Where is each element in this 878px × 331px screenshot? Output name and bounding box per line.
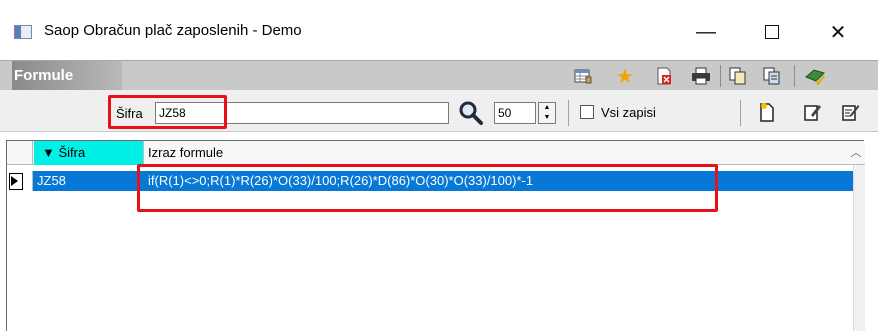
window-title: Saop Obračun plač zaposlenih - Demo	[44, 22, 302, 39]
edit-multiple-icon[interactable]	[839, 100, 863, 124]
minimize-button[interactable]: —	[683, 14, 729, 50]
app-icon	[14, 25, 32, 39]
favorite-star-icon[interactable]: ★	[614, 65, 636, 88]
column-header-izraz[interactable]: Izraz formule	[146, 141, 846, 165]
minimize-icon: —	[696, 20, 716, 43]
delete-icon[interactable]	[653, 65, 675, 87]
cell-sifra[interactable]: JZ58	[34, 171, 144, 191]
close-button[interactable]: ✕	[815, 14, 861, 50]
print-icon[interactable]	[690, 65, 712, 87]
toolbar-separator	[794, 65, 795, 87]
export-icon[interactable]	[804, 65, 826, 87]
formulas-grid: ▼ Šifra Izraz formule ︿ JZ58 if(R(1)<>0;…	[6, 140, 865, 331]
spin-up-icon[interactable]: ▲	[539, 103, 555, 113]
sifra-label: Šifra	[116, 106, 143, 121]
filter-separator	[568, 100, 569, 126]
close-icon: ✕	[829, 21, 847, 44]
scroll-up-icon[interactable]: ︿	[847, 141, 865, 165]
new-record-icon[interactable]	[755, 100, 779, 124]
paste-icon[interactable]	[761, 65, 783, 87]
vertical-scrollbar[interactable]	[853, 165, 865, 331]
title-bar: Saop Obračun plač zaposlenih - Demo — ✕	[0, 0, 878, 60]
copy-icon[interactable]	[727, 65, 749, 87]
edit-record-icon[interactable]	[801, 100, 825, 124]
sifra-search-input[interactable]: JZ58	[155, 102, 449, 124]
filter-bar: Šifra JZ58 50 ▲ ▼ Vsi zapisi	[0, 90, 878, 132]
module-title: Formule	[12, 61, 122, 90]
module-header: Formule ★	[0, 60, 878, 90]
table-row[interactable]: JZ58 if(R(1)<>0;R(1)*R(26)*O(33)/100;R(2…	[7, 171, 853, 191]
all-records-label: Vsi zapisi	[601, 105, 656, 120]
record-count-input[interactable]: 50	[494, 102, 536, 124]
grid-header: ▼ Šifra Izraz formule ︿	[7, 141, 865, 165]
row-indicator-header	[7, 141, 33, 165]
column-header-sifra[interactable]: ▼ Šifra	[34, 141, 144, 165]
record-count-stepper[interactable]: ▲ ▼	[538, 102, 556, 124]
table-settings-icon[interactable]	[572, 65, 594, 87]
all-records-checkbox[interactable]	[580, 105, 594, 119]
cell-izraz[interactable]: if(R(1)<>0;R(1)*R(26)*O(33)/100;R(26)*D(…	[146, 171, 846, 191]
toolbar-separator	[720, 65, 721, 87]
filter-separator	[740, 100, 741, 126]
current-row-icon	[7, 171, 33, 191]
spin-down-icon[interactable]: ▼	[539, 113, 555, 123]
maximize-icon	[765, 25, 779, 39]
search-icon[interactable]	[457, 100, 485, 126]
maximize-button[interactable]	[749, 14, 795, 50]
